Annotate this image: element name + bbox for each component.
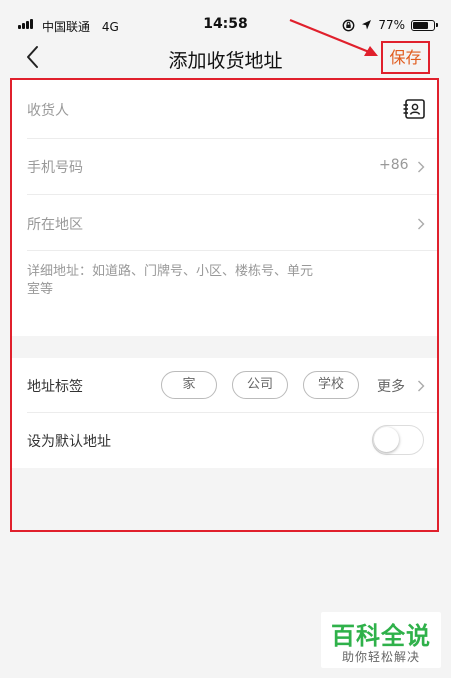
- watermark-title: 百科全说: [331, 622, 431, 650]
- region-select[interactable]: 所在地区: [27, 214, 83, 234]
- phone-input[interactable]: 手机号码: [27, 157, 83, 177]
- tag-home-button[interactable]: 家: [161, 371, 217, 399]
- country-code[interactable]: +86: [379, 157, 409, 173]
- phone-row[interactable]: 手机号码 +86: [12, 139, 437, 194]
- battery-fill: [413, 21, 428, 29]
- address-line-1: 详细地址：如道路、门牌号、小区、楼栋号、单元: [27, 264, 314, 279]
- settings-card: 地址标签 家 公司 学校 更多 设为默认地址: [12, 358, 437, 468]
- battery-icon: [411, 19, 438, 31]
- contact-book-icon[interactable]: [402, 98, 426, 120]
- default-address-row: 设为默认地址: [12, 413, 437, 468]
- address-line-2: 室等: [27, 282, 54, 297]
- chevron-right-icon: [417, 218, 425, 230]
- chevron-right-icon: [417, 161, 425, 173]
- chevron-right-icon: [417, 380, 425, 392]
- default-address-label: 设为默认地址: [27, 434, 111, 450]
- address-tag-row: 地址标签 家 公司 学校 更多: [12, 358, 437, 412]
- watermark-logo: 百科全说 助你轻松解决: [321, 612, 441, 668]
- annotation-arrow-icon: [289, 18, 378, 56]
- tag-company-button[interactable]: 公司: [232, 371, 288, 399]
- address-form: 收货人 手机号码 +86 所在地区 详细地址：如道路、门牌号、小区、楼栋号、单元…: [10, 78, 439, 532]
- more-tags-button[interactable]: 更多: [377, 376, 405, 396]
- watermark-subtitle: 助你轻松解决: [341, 650, 420, 664]
- region-row[interactable]: 所在地区: [12, 195, 437, 250]
- default-address-toggle[interactable]: [372, 425, 424, 455]
- tag-school-button[interactable]: 学校: [303, 371, 359, 399]
- toggle-knob: [374, 427, 399, 452]
- address-tag-label: 地址标签: [27, 379, 83, 395]
- receiver-row[interactable]: 收货人: [12, 80, 437, 138]
- receiver-input[interactable]: 收货人: [27, 100, 69, 120]
- address-card: 收货人 手机号码 +86 所在地区 详细地址：如道路、门牌号、小区、楼栋号、单元…: [12, 80, 437, 336]
- address-detail-placeholder: 详细地址：如道路、门牌号、小区、楼栋号、单元 室等: [27, 263, 313, 299]
- address-detail-input[interactable]: 详细地址：如道路、门牌号、小区、楼栋号、单元 室等: [12, 251, 437, 336]
